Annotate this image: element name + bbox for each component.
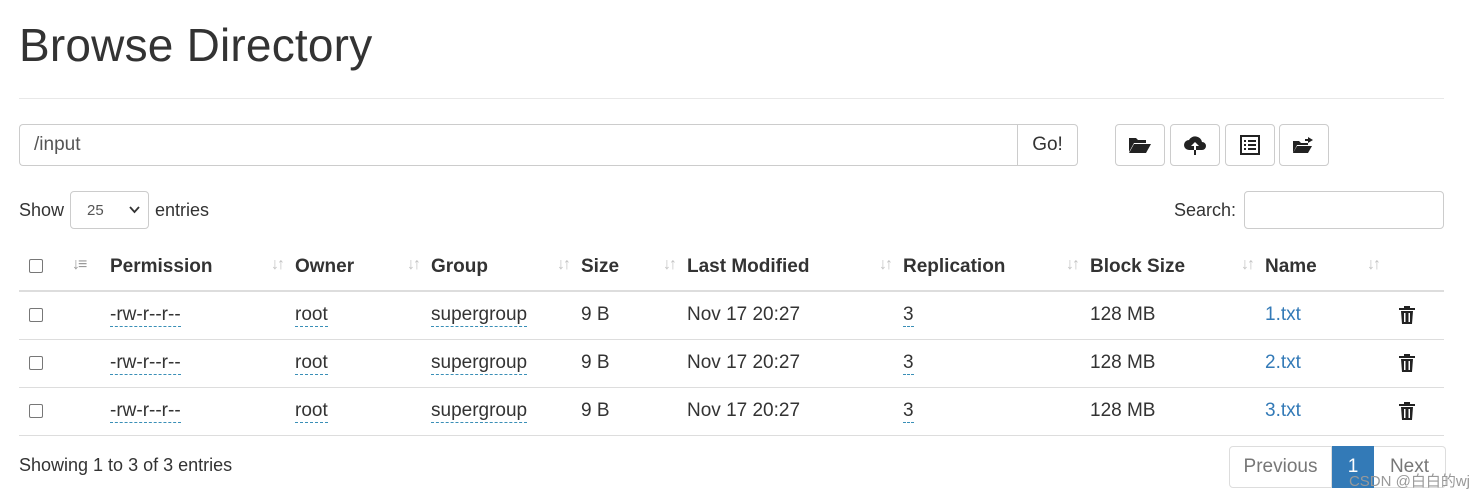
- permission-cell[interactable]: -rw-r--r--: [110, 352, 181, 375]
- owner-cell[interactable]: root: [295, 400, 328, 423]
- path-bar: Go!: [19, 124, 1078, 166]
- row-checkbox[interactable]: [29, 308, 43, 323]
- block-size-cell: 128 MB: [1090, 387, 1265, 436]
- trash-icon[interactable]: [1398, 353, 1416, 373]
- search-filter: Search:: [1174, 191, 1444, 229]
- file-name-link[interactable]: 3.txt: [1265, 400, 1301, 421]
- owner-cell[interactable]: root: [295, 304, 328, 328]
- select-all-checkbox[interactable]: [29, 259, 43, 274]
- trash-icon[interactable]: [1398, 401, 1416, 421]
- replication-cell[interactable]: 3: [903, 352, 914, 375]
- table-row: -rw-r--r-- root supergroup 9 B Nov 17 20…: [19, 339, 1444, 388]
- file-table: ↓≡ Permission ↓↑ Owner ↓↑ Group ↓↑ Size ↓↑ L…: [19, 243, 1444, 436]
- permission-cell[interactable]: -rw-r--r--: [110, 304, 181, 328]
- length-suffix: entries: [155, 199, 210, 220]
- column-header-block-size[interactable]: Block Size ↓↑: [1090, 243, 1265, 292]
- size-cell: 9 B: [581, 291, 687, 340]
- replication-cell[interactable]: 3: [903, 400, 914, 423]
- table-row: -rw-r--r-- root supergroup 9 B Nov 17 20…: [19, 291, 1444, 340]
- divider: [19, 98, 1444, 99]
- row-checkbox[interactable]: [29, 403, 43, 418]
- permission-cell[interactable]: -rw-r--r--: [110, 400, 181, 423]
- length-prefix: Show: [19, 199, 65, 220]
- search-input[interactable]: [1244, 191, 1444, 229]
- sort-icon: ↓↑: [407, 256, 421, 273]
- length-menu: Show 25 entries: [19, 191, 209, 229]
- sort-icon: ↓↑: [557, 256, 571, 273]
- go-button[interactable]: Go!: [1017, 124, 1078, 166]
- sort-ascending-icon: ↓≡: [72, 256, 87, 273]
- column-header-permission[interactable]: Permission ↓↑: [110, 243, 295, 292]
- column-header-last-modified[interactable]: Last Modified ↓↑: [687, 243, 903, 292]
- replication-cell[interactable]: 3: [903, 304, 914, 328]
- actions-header: [1391, 243, 1444, 292]
- sort-icon: ↓↑: [879, 256, 893, 273]
- page-title: Browse Directory: [19, 19, 373, 71]
- sort-icon: ↓↑: [663, 256, 677, 273]
- sort-icon: ↓↑: [1066, 256, 1080, 273]
- block-size-cell: 128 MB: [1090, 291, 1265, 340]
- folder-open-icon: [1129, 138, 1151, 153]
- group-cell[interactable]: supergroup: [431, 304, 528, 328]
- block-size-cell: 128 MB: [1090, 339, 1265, 388]
- entries-value: 25: [87, 201, 104, 219]
- entries-select[interactable]: 25: [70, 191, 150, 229]
- column-header-name[interactable]: Name ↓↑: [1265, 243, 1391, 292]
- group-cell[interactable]: supergroup: [431, 400, 528, 423]
- table-header-row: ↓≡ Permission ↓↑ Owner ↓↑ Group ↓↑ Size ↓↑ L…: [19, 243, 1444, 292]
- sort-icon: ↓↑: [1241, 256, 1255, 273]
- file-name-link[interactable]: 1.txt: [1265, 304, 1301, 325]
- chevron-down-icon: [129, 206, 140, 214]
- modified-cell: Nov 17 20:27: [687, 387, 903, 436]
- cloud-upload-icon: [1184, 136, 1206, 155]
- list-alt-icon: [1240, 135, 1260, 155]
- modified-cell: Nov 17 20:27: [687, 339, 903, 388]
- sort-icon: ↓↑: [271, 256, 285, 273]
- list-view-button[interactable]: [1225, 124, 1275, 166]
- search-label: Search:: [1173, 199, 1236, 220]
- file-name-link[interactable]: 2.txt: [1265, 352, 1301, 373]
- previous-page-button[interactable]: Previous: [1229, 446, 1332, 488]
- watermark: CSDN @白白的wj: [1348, 473, 1470, 490]
- folder-share-icon: [1293, 137, 1313, 153]
- trash-icon[interactable]: [1398, 305, 1416, 325]
- path-input[interactable]: [19, 124, 1017, 166]
- modified-cell: Nov 17 20:27: [687, 291, 903, 340]
- row-checkbox[interactable]: [29, 355, 43, 370]
- column-header-replication[interactable]: Replication ↓↑: [903, 243, 1090, 292]
- table-row: -rw-r--r-- root supergroup 9 B Nov 17 20…: [19, 387, 1444, 436]
- sort-header[interactable]: ↓≡: [64, 243, 110, 292]
- size-cell: 9 B: [581, 387, 687, 436]
- column-header-owner[interactable]: Owner ↓↑: [295, 243, 431, 292]
- group-cell[interactable]: supergroup: [431, 352, 528, 375]
- table-info: Showing 1 to 3 of 3 entries: [19, 455, 233, 475]
- size-cell: 9 B: [581, 339, 687, 388]
- upload-button[interactable]: [1170, 124, 1220, 166]
- column-header-size[interactable]: Size ↓↑: [581, 243, 687, 292]
- column-header-group[interactable]: Group ↓↑: [431, 243, 581, 292]
- select-all-header: [19, 243, 64, 292]
- create-directory-button[interactable]: [1115, 124, 1165, 166]
- sort-icon: ↓↑: [1367, 256, 1381, 273]
- move-button[interactable]: [1279, 124, 1329, 166]
- owner-cell[interactable]: root: [295, 352, 328, 375]
